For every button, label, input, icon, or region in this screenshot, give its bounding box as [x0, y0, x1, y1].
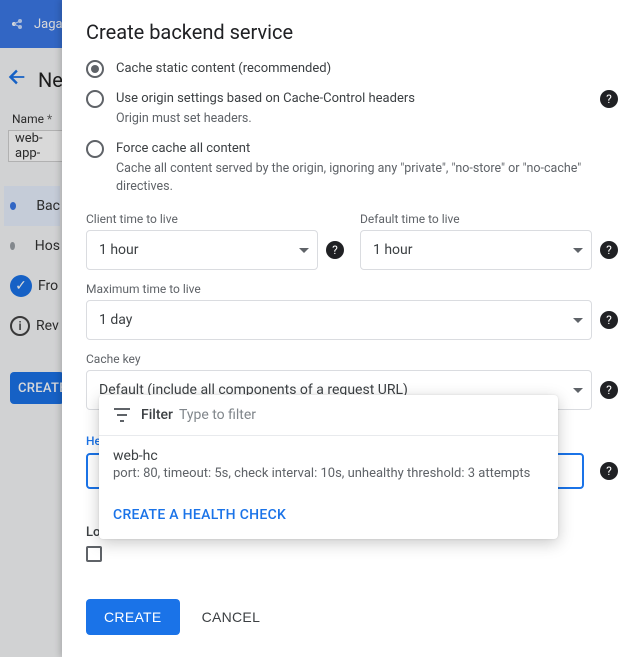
- panel-title: Create backend service: [86, 20, 618, 44]
- radio-icon: [86, 60, 104, 78]
- client-ttl-select[interactable]: 1 hour: [86, 230, 318, 270]
- filter-label: Filter: [141, 407, 173, 423]
- radio-icon: [86, 140, 104, 158]
- max-ttl-select[interactable]: 1 day: [86, 300, 592, 340]
- cache-option-text: Force cache all content Cache all conten…: [116, 140, 618, 196]
- option-name: web-hc: [113, 448, 544, 464]
- filter-placeholder: Type to filter: [179, 407, 256, 423]
- help-icon[interactable]: ?: [600, 241, 618, 259]
- filter-icon: [113, 408, 131, 422]
- create-health-check-link[interactable]: CREATE A HEALTH CHECK: [99, 493, 558, 539]
- cache-option-origin[interactable]: Use origin settings based on Cache-Contr…: [86, 84, 618, 134]
- help-icon[interactable]: ?: [600, 381, 618, 399]
- health-check-dropdown: Filter Type to filter web-hc port: 80, t…: [99, 395, 558, 539]
- radio-icon: [86, 90, 104, 108]
- create-backend-panel: Create backend service Cache static cont…: [62, 0, 642, 657]
- cache-option-label: Use origin settings based on Cache-Contr…: [116, 90, 592, 108]
- checkbox-icon: [86, 546, 102, 562]
- max-ttl-label: Maximum time to live: [86, 282, 618, 296]
- option-desc: port: 80, timeout: 5s, check interval: 1…: [113, 466, 544, 481]
- cache-option-text: Use origin settings based on Cache-Contr…: [116, 90, 592, 128]
- cache-option-label: Cache static content (recommended): [116, 60, 618, 78]
- ttl-row: Client time to live 1 hour ? Default tim…: [86, 212, 618, 270]
- max-ttl: Maximum time to live 1 day ?: [86, 282, 618, 340]
- cache-option-sub: Origin must set headers.: [116, 110, 592, 128]
- default-ttl-select[interactable]: 1 hour: [360, 230, 592, 270]
- dropdown-filter[interactable]: Filter Type to filter: [99, 395, 558, 435]
- help-icon[interactable]: ?: [326, 241, 344, 259]
- health-check-option[interactable]: web-hc port: 80, timeout: 5s, check inte…: [99, 436, 558, 493]
- panel-footer: CREATE CANCEL: [62, 583, 642, 657]
- chevron-down-icon: [573, 318, 583, 323]
- create-button[interactable]: CREATE: [86, 599, 180, 635]
- panel-header: Create backend service: [62, 0, 642, 54]
- cache-option-force[interactable]: Force cache all content Cache all conten…: [86, 134, 618, 202]
- cache-option-static[interactable]: Cache static content (recommended): [86, 54, 618, 84]
- cache-key-label: Cache key: [86, 352, 618, 366]
- cancel-button[interactable]: CANCEL: [202, 599, 261, 635]
- help-icon[interactable]: ?: [600, 90, 618, 108]
- help-icon[interactable]: ?: [600, 311, 618, 329]
- cache-option-label: Force cache all content: [116, 140, 618, 158]
- client-ttl-label: Client time to live: [86, 212, 344, 226]
- cache-option-sub: Cache all content served by the origin, …: [116, 160, 618, 196]
- help-icon[interactable]: ?: [600, 462, 618, 480]
- default-ttl: Default time to live 1 hour ?: [360, 212, 618, 270]
- default-ttl-label: Default time to live: [360, 212, 618, 226]
- client-ttl: Client time to live 1 hour ?: [86, 212, 344, 270]
- chevron-down-icon: [299, 248, 309, 253]
- chevron-down-icon: [573, 388, 583, 393]
- logging-checkbox-row[interactable]: [86, 546, 618, 562]
- chevron-down-icon: [573, 248, 583, 253]
